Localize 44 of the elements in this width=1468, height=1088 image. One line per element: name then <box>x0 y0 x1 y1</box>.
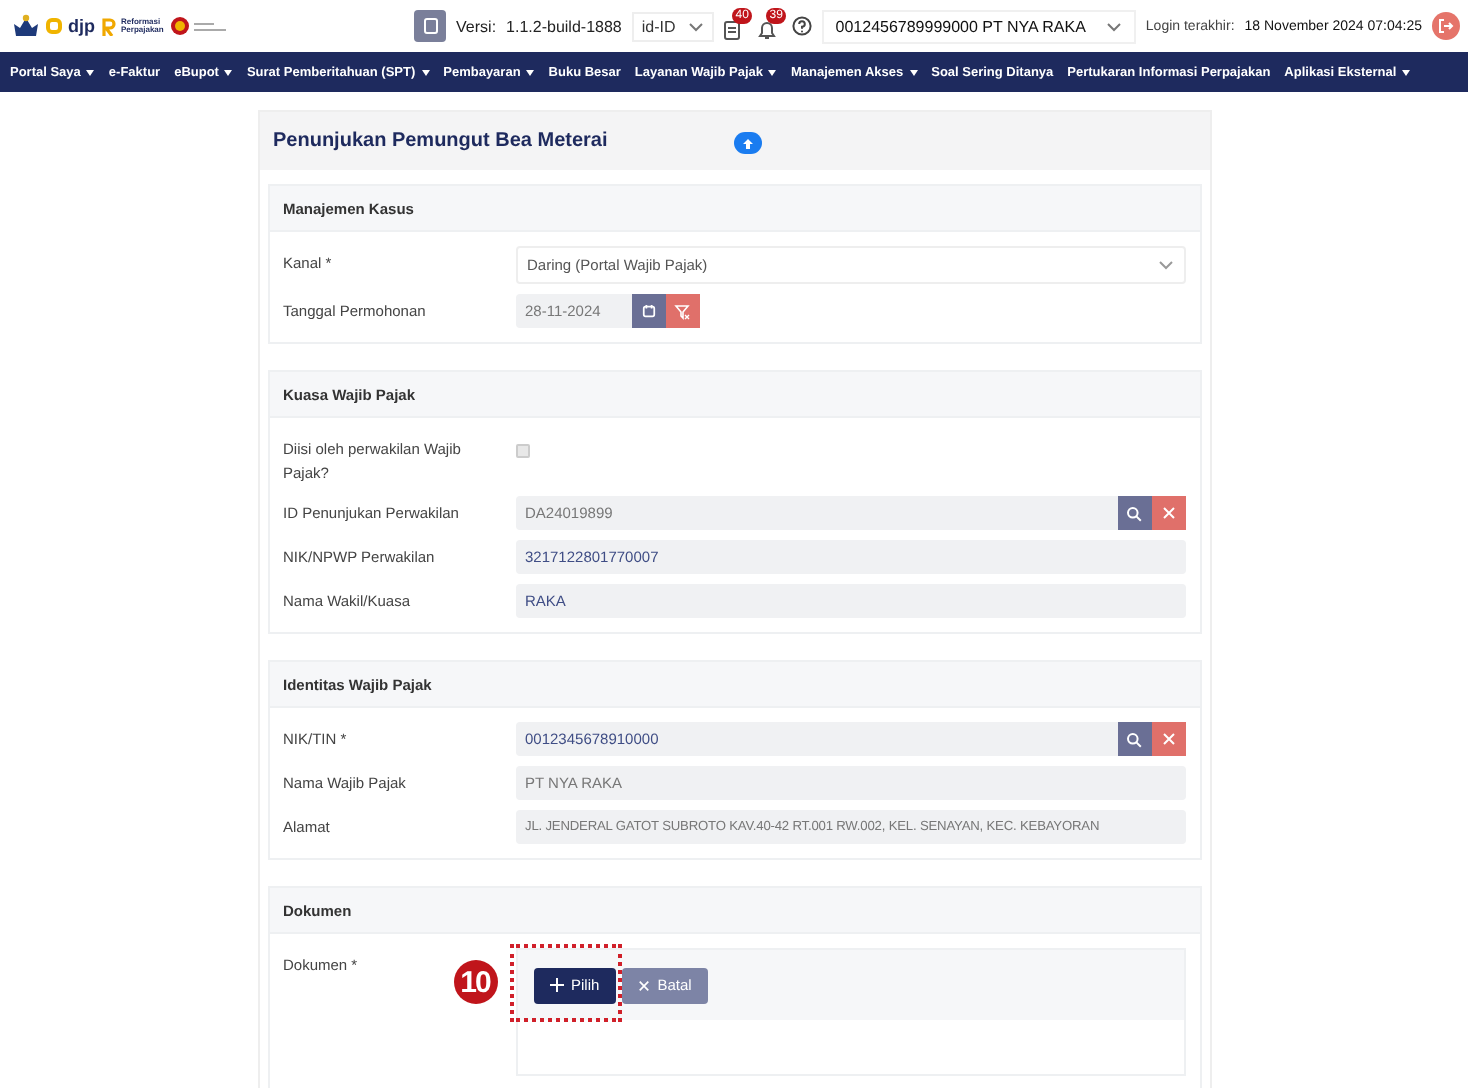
clear-button[interactable] <box>1151 722 1185 756</box>
clear-button[interactable] <box>1151 496 1185 530</box>
document-icon <box>423 18 438 34</box>
plus-icon <box>549 978 563 992</box>
bell-icon <box>757 20 776 40</box>
page-title: Penunjukan Pemungut Bea Meterai <box>273 130 608 152</box>
caret-icon <box>421 69 430 75</box>
calendar-button[interactable] <box>631 294 665 328</box>
logo-r-icon <box>101 17 115 35</box>
help-icon[interactable] <box>791 16 812 36</box>
caret-icon <box>526 69 535 75</box>
logout-button[interactable] <box>1432 12 1460 40</box>
close-icon <box>637 979 650 991</box>
checkbox[interactable] <box>515 444 529 458</box>
version-text: 1.1.2-build-1888 <box>506 17 622 35</box>
emblem-icon <box>12 12 40 40</box>
up-arrow-icon <box>741 137 753 149</box>
caret-icon <box>86 69 95 75</box>
chevron-down-icon <box>1157 260 1173 270</box>
search-button[interactable] <box>1117 496 1151 530</box>
caret-icon <box>224 69 233 75</box>
search-icon <box>1126 731 1142 747</box>
clear-filter-button[interactable] <box>665 294 699 328</box>
clipboard-icon <box>723 20 740 40</box>
caret-icon <box>768 69 777 75</box>
chevron-down-icon <box>687 21 704 31</box>
language-select[interactable]: id-ID <box>631 11 714 41</box>
caret-icon <box>909 69 918 75</box>
step-marker: 10 <box>453 960 497 1004</box>
logo-text: djp <box>68 16 95 36</box>
search-icon <box>1126 505 1142 521</box>
logout-icon <box>1438 18 1454 34</box>
filter-clear-icon <box>674 303 690 319</box>
version-button[interactable] <box>414 10 447 42</box>
close-icon <box>1161 506 1175 520</box>
scroll-up-button[interactable] <box>733 132 761 154</box>
version-label: Versi: <box>456 17 497 35</box>
calendar-icon <box>641 304 655 318</box>
account-select[interactable]: 0012456789999000 PT NYA RAKA <box>821 9 1136 43</box>
search-button[interactable] <box>1117 722 1151 756</box>
chevron-down-icon <box>1105 21 1122 31</box>
logo-mark-icon <box>46 18 62 34</box>
caret-icon <box>1402 69 1411 75</box>
close-icon <box>1161 732 1175 746</box>
